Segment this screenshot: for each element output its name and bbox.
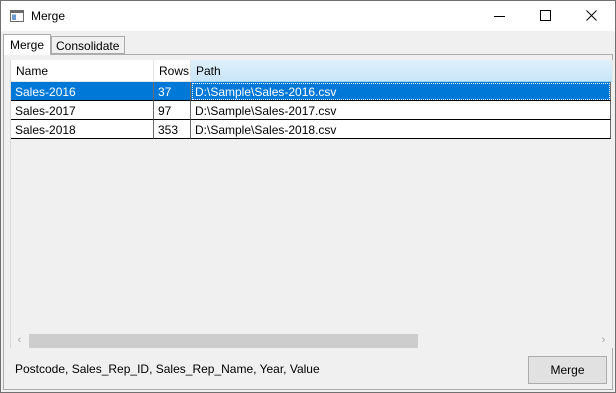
grid-header: Name Rows Path bbox=[11, 60, 613, 82]
minimize-button[interactable] bbox=[477, 1, 523, 31]
cell-path[interactable]: D:\Sample\Sales-2016.csv bbox=[191, 82, 611, 101]
cell-path[interactable]: D:\Sample\Sales-2018.csv bbox=[191, 120, 611, 139]
close-button[interactable] bbox=[569, 1, 615, 31]
cell-rows[interactable]: 353 bbox=[154, 120, 191, 139]
tab-merge[interactable]: Merge bbox=[3, 34, 51, 55]
scroll-thumb[interactable] bbox=[29, 334, 418, 348]
maximize-button[interactable] bbox=[523, 1, 569, 31]
window-title: Merge bbox=[31, 9, 66, 23]
cell-name[interactable]: Sales-2017 bbox=[11, 101, 154, 120]
minimize-icon bbox=[494, 16, 505, 17]
cell-name[interactable]: Sales-2016 bbox=[11, 82, 154, 101]
cell-rows[interactable]: 37 bbox=[154, 82, 191, 101]
files-grid[interactable]: Name Rows Path Sales-2016 37 D:\Sample\S… bbox=[10, 60, 613, 348]
column-header-name[interactable]: Name bbox=[11, 60, 154, 82]
column-header-path[interactable]: Path bbox=[191, 60, 613, 82]
cell-rows[interactable]: 97 bbox=[154, 101, 191, 120]
merge-button[interactable]: Merge bbox=[528, 356, 607, 384]
maximize-icon bbox=[540, 10, 551, 21]
cell-name[interactable]: Sales-2018 bbox=[11, 120, 154, 139]
close-icon bbox=[586, 10, 597, 21]
app-icon bbox=[10, 10, 24, 22]
scroll-right-icon[interactable]: › bbox=[595, 332, 612, 349]
merge-window: Merge Merge Consolidate Name Rows Path S… bbox=[0, 0, 616, 393]
horizontal-scrollbar[interactable]: ‹ › bbox=[11, 332, 612, 349]
merged-columns-text: Postcode, Sales_Rep_ID, Sales_Rep_Name, … bbox=[15, 362, 320, 376]
column-header-rows[interactable]: Rows bbox=[154, 60, 191, 82]
tab-consolidate[interactable]: Consolidate bbox=[51, 36, 125, 54]
title-bar: Merge bbox=[1, 1, 615, 31]
scroll-left-icon[interactable]: ‹ bbox=[11, 332, 28, 349]
cell-path[interactable]: D:\Sample\Sales-2017.csv bbox=[191, 101, 611, 120]
